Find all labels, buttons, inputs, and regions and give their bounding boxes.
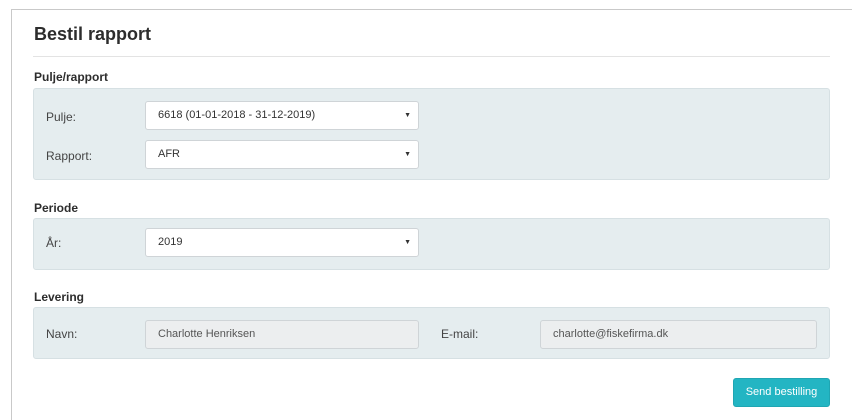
navn-field[interactable]: Charlotte Henriksen bbox=[145, 320, 419, 349]
email-field[interactable]: charlotte@fiskefirma.dk bbox=[540, 320, 817, 349]
aar-select[interactable]: 2019 ▼ bbox=[145, 228, 419, 257]
title-divider bbox=[33, 56, 830, 57]
chevron-down-icon: ▼ bbox=[404, 239, 411, 246]
pulje-select-value: 6618 (01-01-2018 - 31-12-2019) bbox=[158, 109, 316, 121]
aar-select-value: 2019 bbox=[158, 236, 183, 248]
page-title: Bestil rapport bbox=[34, 24, 152, 44]
section-label-levering: Levering bbox=[34, 290, 85, 304]
navn-field-value: Charlotte Henriksen bbox=[158, 328, 256, 340]
email-label: E-mail: bbox=[441, 327, 479, 341]
chevron-down-icon: ▼ bbox=[404, 112, 411, 119]
section-label-periode: Periode bbox=[34, 201, 79, 215]
rapport-select-value: AFR bbox=[158, 148, 180, 160]
chevron-down-icon: ▼ bbox=[404, 151, 411, 158]
navn-label: Navn: bbox=[46, 327, 78, 341]
rapport-label: Rapport: bbox=[46, 149, 93, 163]
pulje-select[interactable]: 6618 (01-01-2018 - 31-12-2019) ▼ bbox=[145, 101, 419, 130]
email-field-value: charlotte@fiskefirma.dk bbox=[553, 328, 669, 340]
rapport-select[interactable]: AFR ▼ bbox=[145, 140, 419, 169]
pulje-label: Pulje: bbox=[46, 110, 77, 124]
send-bestilling-button[interactable]: Send bestilling bbox=[733, 378, 830, 407]
aar-label: År: bbox=[46, 236, 62, 250]
section-label-pulje-rapport: Pulje/rapport bbox=[34, 70, 109, 84]
